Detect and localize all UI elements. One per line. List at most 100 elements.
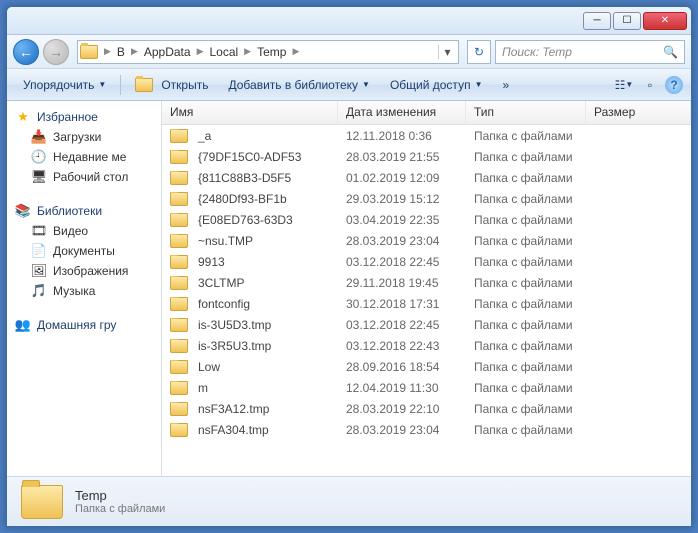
more-button[interactable]: » xyxy=(494,74,517,96)
details-name: Temp xyxy=(75,488,165,503)
chevron-down-icon: ▼ xyxy=(98,80,106,89)
file-type: Папка с файлами xyxy=(466,402,586,416)
file-row[interactable]: _a12.11.2018 0:36Папка с файлами xyxy=(162,125,691,146)
desktop-icon: 🖥 xyxy=(31,169,47,185)
recent-icon: 🕘 xyxy=(31,149,47,165)
file-name: {79DF15C0-ADF53 xyxy=(198,150,301,164)
search-input[interactable]: Поиск: Temp 🔍 xyxy=(495,40,685,64)
col-size[interactable]: Размер xyxy=(586,101,691,124)
file-date: 28.03.2019 23:04 xyxy=(338,423,466,437)
file-date: 30.12.2018 17:31 xyxy=(338,297,466,311)
file-date: 12.11.2018 0:36 xyxy=(338,129,466,143)
file-row[interactable]: 3CLTMP 29.11.2018 19:45Папка с файлами xyxy=(162,272,691,293)
col-type[interactable]: Тип xyxy=(466,101,586,124)
preview-pane-button[interactable]: ▫ xyxy=(639,74,661,96)
folder-icon xyxy=(170,192,188,206)
pictures-icon: 🖼 xyxy=(31,263,47,279)
breadcrumb-item[interactable]: AppData xyxy=(140,45,195,59)
file-row[interactable]: m12.04.2019 11:30Папка с файлами xyxy=(162,377,691,398)
file-list: Имя Дата изменения Тип Размер _a12.11.20… xyxy=(162,101,691,476)
breadcrumb-item[interactable]: Temp xyxy=(253,45,290,59)
organize-button[interactable]: Упорядочить▼ xyxy=(15,74,114,96)
col-date[interactable]: Дата изменения xyxy=(338,101,466,124)
chevron-right-icon[interactable]: ▶ xyxy=(129,46,140,57)
file-row[interactable]: nsFA304.tmp28.03.2019 23:04Папка с файла… xyxy=(162,419,691,440)
sidebar-item-pictures[interactable]: 🖼Изображения xyxy=(7,261,161,281)
back-button[interactable]: ← xyxy=(13,39,39,65)
chevron-right-icon[interactable]: ▶ xyxy=(102,46,113,57)
file-name: m xyxy=(198,381,208,395)
file-type: Папка с файлами xyxy=(466,171,586,185)
folder-open-icon xyxy=(135,78,153,92)
sidebar-item-desktop[interactable]: 🖥Рабочий стол xyxy=(7,167,161,187)
chevron-right-icon[interactable]: ▶ xyxy=(242,46,253,57)
chevron-down-icon: ▼ xyxy=(362,80,370,89)
file-name: {2480Df93-BF1b xyxy=(198,192,287,206)
refresh-button[interactable]: ↻ xyxy=(467,40,491,64)
file-row[interactable]: {2480Df93-BF1b29.03.2019 15:12Папка с фа… xyxy=(162,188,691,209)
col-name[interactable]: Имя xyxy=(162,101,338,124)
file-row[interactable]: 991303.12.2018 22:45Папка с файлами xyxy=(162,251,691,272)
folder-icon xyxy=(80,45,98,59)
minimize-button[interactable]: ─ xyxy=(583,12,611,30)
share-button[interactable]: Общий доступ▼ xyxy=(382,74,491,96)
file-row[interactable]: is-3U5D3.tmp03.12.2018 22:45Папка с файл… xyxy=(162,314,691,335)
file-name: is-3R5U3.tmp xyxy=(198,339,271,353)
help-button[interactable]: ? xyxy=(665,76,683,94)
folder-icon xyxy=(170,234,188,248)
file-row[interactable]: fontconfig30.12.2018 17:31Папка с файлам… xyxy=(162,293,691,314)
file-row[interactable]: {79DF15C0-ADF5328.03.2019 21:55Папка с ф… xyxy=(162,146,691,167)
address-dropdown[interactable]: ▾ xyxy=(438,45,456,59)
folder-icon xyxy=(170,360,188,374)
sidebar-item-documents[interactable]: 📄Документы xyxy=(7,241,161,261)
folder-icon xyxy=(170,276,188,290)
file-date: 28.09.2016 18:54 xyxy=(338,360,466,374)
file-row[interactable]: ~nsu.TMP28.03.2019 23:04Папка с файлами xyxy=(162,230,691,251)
file-type: Папка с файлами xyxy=(466,213,586,227)
file-date: 29.11.2018 19:45 xyxy=(338,276,466,290)
file-type: Папка с файлами xyxy=(466,276,586,290)
sidebar-item-downloads[interactable]: 📥Загрузки xyxy=(7,127,161,147)
folder-icon xyxy=(170,297,188,311)
view-options-button[interactable]: ☷ ▼ xyxy=(613,74,635,96)
file-row[interactable]: {E08ED763-63D303.04.2019 22:35Папка с фа… xyxy=(162,209,691,230)
file-name: {811C88B3-D5F5 xyxy=(198,171,291,185)
address-bar[interactable]: ▶ B ▶ AppData ▶ Local ▶ Temp ▶ ▾ xyxy=(77,40,459,64)
details-pane: Temp Папка с файлами xyxy=(7,476,691,526)
forward-button[interactable]: → xyxy=(43,39,69,65)
file-row[interactable]: nsF3A12.tmp28.03.2019 22:10Папка с файла… xyxy=(162,398,691,419)
sidebar-item-video[interactable]: 🎞Видео xyxy=(7,221,161,241)
sidebar-favorites[interactable]: ★Избранное xyxy=(7,107,161,127)
chevron-right-icon[interactable]: ▶ xyxy=(195,46,206,57)
sidebar-libraries[interactable]: 📚Библиотеки xyxy=(7,201,161,221)
file-type: Папка с файлами xyxy=(466,360,586,374)
file-date: 03.12.2018 22:45 xyxy=(338,318,466,332)
open-button[interactable]: Открыть xyxy=(127,74,216,96)
folder-icon xyxy=(170,213,188,227)
folder-icon xyxy=(170,381,188,395)
titlebar: ─ ☐ ✕ xyxy=(7,7,691,35)
chevron-right-icon[interactable]: ▶ xyxy=(290,46,301,57)
file-type: Папка с файлами xyxy=(466,192,586,206)
add-to-library-button[interactable]: Добавить в библиотеку▼ xyxy=(220,74,377,96)
file-rows: _a12.11.2018 0:36Папка с файлами {79DF15C… xyxy=(162,125,691,476)
close-button[interactable]: ✕ xyxy=(643,12,687,30)
file-row[interactable]: Low 28.09.2016 18:54Папка с файлами xyxy=(162,356,691,377)
sidebar-homegroup[interactable]: 👥Домашняя гру xyxy=(7,315,161,335)
file-row[interactable]: {811C88B3-D5F501.02.2019 12:09Папка с фа… xyxy=(162,167,691,188)
folder-icon xyxy=(21,485,63,519)
sidebar-item-music[interactable]: 🎵Музыка xyxy=(7,281,161,301)
sidebar-item-recent[interactable]: 🕘Недавние ме xyxy=(7,147,161,167)
maximize-button[interactable]: ☐ xyxy=(613,12,641,30)
breadcrumb-item[interactable]: B xyxy=(113,45,129,59)
file-name: is-3U5D3.tmp xyxy=(198,318,271,332)
file-row[interactable]: is-3R5U3.tmp03.12.2018 22:43Папка с файл… xyxy=(162,335,691,356)
column-headers: Имя Дата изменения Тип Размер xyxy=(162,101,691,125)
file-name: 3CLTMP xyxy=(198,276,244,290)
explorer-window: ─ ☐ ✕ ← → ▶ B ▶ AppData ▶ Local ▶ Temp ▶… xyxy=(6,6,692,527)
documents-icon: 📄 xyxy=(31,243,47,259)
file-date: 28.03.2019 21:55 xyxy=(338,150,466,164)
breadcrumb-item[interactable]: Local xyxy=(205,45,242,59)
file-name: Low xyxy=(198,360,220,374)
body: ★Избранное 📥Загрузки 🕘Недавние ме 🖥Рабоч… xyxy=(7,101,691,476)
